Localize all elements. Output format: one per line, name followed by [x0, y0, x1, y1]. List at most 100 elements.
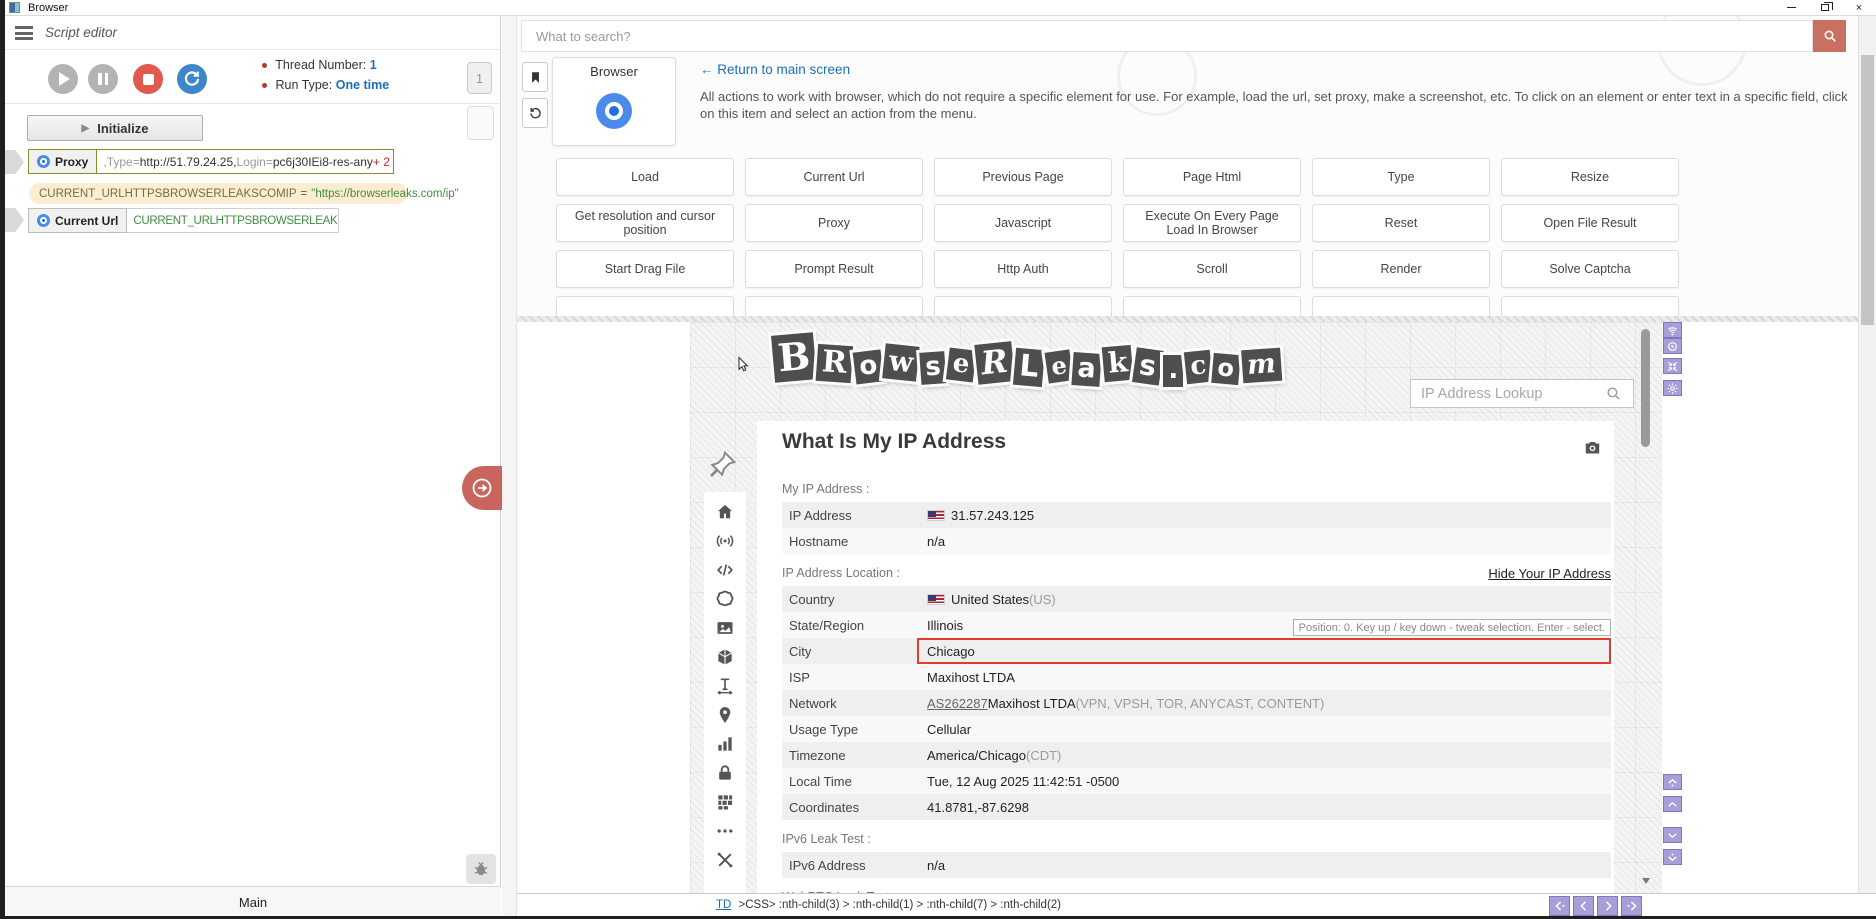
image-icon[interactable]	[715, 618, 735, 638]
action-button[interactable]: Open File Result	[1501, 204, 1679, 242]
hide-your-ip-link[interactable]: Hide Your IP Address	[1488, 566, 1611, 581]
tools-icon[interactable]	[715, 850, 735, 870]
action-button[interactable]: Resize	[1501, 158, 1679, 196]
initialize-block[interactable]: ▶ Initialize	[27, 115, 203, 141]
main-scrollbar[interactable]	[1858, 16, 1876, 893]
bricks-icon[interactable]	[715, 792, 735, 812]
table-row[interactable]: ISPMaxihost LTDA	[782, 664, 1611, 690]
cube-icon[interactable]	[715, 647, 735, 667]
go-prev-button[interactable]	[1573, 896, 1594, 916]
compress-button[interactable]	[1663, 358, 1682, 374]
table-row[interactable]: CountryUnited States (US)	[782, 586, 1611, 612]
browser-category-card[interactable]: Browser	[552, 57, 676, 146]
table-row[interactable]: Usage TypeCellular	[782, 716, 1611, 742]
tab-main[interactable]: Main	[5, 886, 501, 918]
action-button[interactable]: Render	[1312, 250, 1490, 288]
action-button[interactable]	[745, 296, 923, 316]
action-button[interactable]	[934, 296, 1112, 316]
action-button[interactable]: Get resolution and cursor position	[556, 204, 734, 242]
scroll-top-button[interactable]	[1663, 774, 1682, 790]
scrollbar-thumb[interactable]	[1641, 329, 1650, 447]
text-tool-icon[interactable]	[715, 676, 735, 696]
action-button[interactable]: Proxy	[745, 204, 923, 242]
action-button[interactable]: Load	[556, 158, 734, 196]
code-icon[interactable]	[715, 560, 735, 580]
action-button[interactable]: Start Drag File	[556, 250, 734, 288]
go-last-button[interactable]	[1621, 896, 1642, 916]
action-button[interactable]	[1123, 296, 1301, 316]
action-button[interactable]: Current Url	[745, 158, 923, 196]
secondary-badge[interactable]	[467, 106, 494, 140]
bookmark-button[interactable]	[522, 62, 548, 92]
scroll-up-button[interactable]	[1663, 796, 1682, 812]
variable-pill[interactable]: CURRENT_URLHTTPSBROWSERLEAKSCOMIP = "htt…	[29, 183, 407, 204]
search-input[interactable]	[521, 20, 1813, 52]
action-button[interactable]: Prompt Result	[745, 250, 923, 288]
table-row[interactable]: Hostnamen/a	[782, 528, 1611, 554]
return-to-main-link[interactable]: ← Return to main screen	[700, 62, 850, 77]
history-button[interactable]	[522, 98, 548, 128]
collapse-panel-handle[interactable]	[462, 466, 502, 510]
broadcast-icon[interactable]	[715, 531, 735, 551]
table-row[interactable]: Coordinates41.8781,-87.6298	[782, 794, 1611, 820]
close-button[interactable]: ×	[1842, 0, 1876, 15]
browser-icon	[37, 214, 50, 227]
current-url-action-block[interactable]: Current Url CURRENT_URLHTTPSBROWSERLEAKS…	[28, 208, 339, 233]
chart-icon[interactable]	[715, 734, 735, 754]
action-button[interactable]: Scroll	[1123, 250, 1301, 288]
restart-button[interactable]	[177, 64, 207, 94]
scroll-down-button[interactable]	[1663, 827, 1682, 843]
table-row[interactable]: TimezoneAmerica/Chicago (CDT)	[782, 742, 1611, 768]
go-next-button[interactable]	[1597, 896, 1618, 916]
wifi-button[interactable]	[1663, 322, 1682, 338]
ellipsis-icon[interactable]	[715, 821, 735, 841]
debug-button[interactable]	[466, 854, 496, 884]
table-row[interactable]: Local TimeTue, 12 Aug 2025 11:42:51 -050…	[782, 768, 1611, 794]
table-row[interactable]: IP Address31.57.243.125	[782, 502, 1611, 528]
menu-icon[interactable]	[15, 26, 33, 40]
search-button[interactable]	[1813, 20, 1846, 52]
action-button[interactable]: Type	[1312, 158, 1490, 196]
minimize-button[interactable]	[1774, 0, 1808, 15]
action-button[interactable]: Solve Captcha	[1501, 250, 1679, 288]
camera-icon[interactable]	[1583, 438, 1602, 457]
scroll-down-arrow-icon[interactable]	[1642, 878, 1650, 884]
action-button[interactable]	[556, 296, 734, 316]
action-button[interactable]	[1501, 296, 1679, 316]
play-button[interactable]	[48, 64, 78, 94]
thread-number-value[interactable]: 1	[370, 58, 377, 72]
asn-link[interactable]: AS262287	[927, 696, 988, 711]
paint-blob-icon[interactable]	[715, 589, 735, 609]
home-icon[interactable]	[715, 502, 735, 522]
table-row[interactable]: IPv6 Addressn/a	[782, 852, 1611, 878]
page-scrollbar[interactable]	[1641, 322, 1650, 893]
browserleaks-logo[interactable]: BRowseRLeaks.com	[772, 334, 1192, 381]
ip-lookup-input[interactable]	[1410, 379, 1634, 408]
scroll-bottom-button[interactable]	[1663, 849, 1682, 865]
lock-icon[interactable]	[715, 763, 735, 783]
action-button[interactable]	[1312, 296, 1490, 316]
left-panel-scrollbar[interactable]	[502, 16, 517, 917]
action-button[interactable]: Reset	[1312, 204, 1490, 242]
action-button[interactable]: Page Html	[1123, 158, 1301, 196]
action-button[interactable]: Previous Page	[934, 158, 1112, 196]
action-button[interactable]: Http Auth	[934, 250, 1112, 288]
search-icon[interactable]	[1605, 385, 1622, 402]
logo-letter-tile: a	[1071, 352, 1101, 387]
pause-button[interactable]	[88, 64, 118, 94]
table-row[interactable]: NetworkAS262287 Maxihost LTDA (VPN, VPSH…	[782, 690, 1611, 716]
thread-count-badge[interactable]: 1	[467, 62, 492, 94]
proxy-action-block[interactable]: Proxy , Type=http://51.79.24.25, Login=p…	[28, 149, 394, 174]
gear-button[interactable]	[1663, 380, 1682, 396]
stop-button[interactable]	[133, 64, 163, 94]
selector-tag-link[interactable]: TD	[716, 899, 731, 911]
action-button[interactable]: Javascript	[934, 204, 1112, 242]
table-row-selected[interactable]: CityChicago	[782, 638, 1611, 664]
location-pin-icon[interactable]	[715, 705, 735, 725]
scrollbar-thumb[interactable]	[1861, 55, 1874, 325]
go-first-button[interactable]	[1549, 896, 1570, 916]
maximize-button[interactable]	[1808, 0, 1842, 15]
run-type-value[interactable]: One time	[336, 78, 390, 92]
target-button[interactable]	[1663, 338, 1682, 354]
action-button[interactable]: Execute On Every Page Load In Browser	[1123, 204, 1301, 242]
